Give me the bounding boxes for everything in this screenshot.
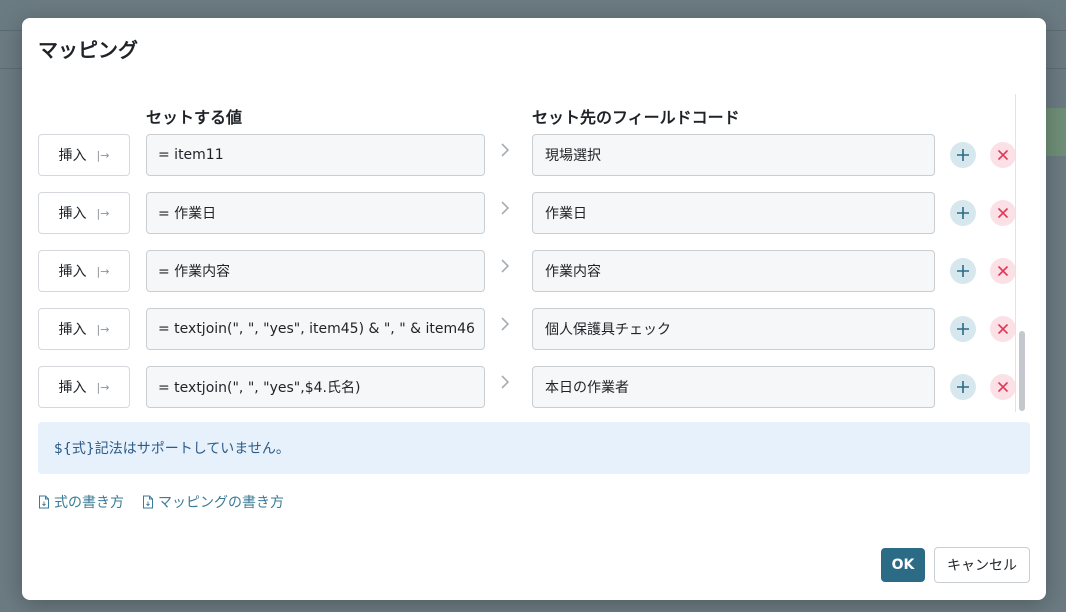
target-field-input[interactable]: 作業日 xyxy=(532,192,935,234)
plus-icon xyxy=(957,149,969,161)
mapping-row: 挿入 |→ = 作業日 作業日 xyxy=(38,192,1018,234)
remove-row-button[interactable] xyxy=(990,316,1016,342)
insert-button[interactable]: 挿入 |→ xyxy=(38,250,130,292)
plus-icon xyxy=(957,381,969,393)
ok-button[interactable]: OK xyxy=(881,548,925,582)
plus-icon xyxy=(957,265,969,277)
mapping-dialog: マッピング セットする値 セット先のフィールドコード 挿入 |→ = item1… xyxy=(22,18,1046,600)
scrollbar-thumb[interactable] xyxy=(1019,331,1025,411)
document-icon xyxy=(39,495,49,509)
close-icon xyxy=(997,149,1009,161)
mapping-row: 挿入 |→ = 作業内容 作業内容 xyxy=(38,250,1018,292)
insert-label: 挿入 xyxy=(58,264,87,280)
close-icon xyxy=(997,323,1009,335)
vertical-scrollbar[interactable] xyxy=(1016,94,1028,412)
insert-label: 挿入 xyxy=(58,380,87,396)
insert-button[interactable]: 挿入 |→ xyxy=(38,308,130,350)
insert-arrow-icon: |→ xyxy=(96,206,110,220)
mapping-row: 挿入 |→ = textjoin(", ", "yes", item45) & … xyxy=(38,308,1018,350)
column-headers: セットする値 セット先のフィールドコード xyxy=(38,104,1018,130)
target-field-input[interactable]: 本日の作業者 xyxy=(532,366,935,408)
value-input[interactable]: = textjoin(", ", "yes", item45) & ", " &… xyxy=(146,308,485,350)
cancel-button[interactable]: キャンセル xyxy=(934,547,1030,583)
remove-row-button[interactable] xyxy=(990,200,1016,226)
insert-label: 挿入 xyxy=(58,206,87,222)
document-icon xyxy=(143,495,153,509)
add-row-button[interactable] xyxy=(950,200,976,226)
value-input[interactable]: = 作業日 xyxy=(146,192,485,234)
chevron-right-icon xyxy=(500,316,516,336)
value-column-header: セットする値 xyxy=(146,108,243,127)
remove-row-button[interactable] xyxy=(990,142,1016,168)
add-row-button[interactable] xyxy=(950,142,976,168)
insert-button[interactable]: 挿入 |→ xyxy=(38,192,130,234)
plus-icon xyxy=(957,323,969,335)
help-links: 式の書き方 マッピングの書き方 xyxy=(38,492,284,512)
insert-arrow-icon: |→ xyxy=(96,148,110,162)
insert-label: 挿入 xyxy=(58,148,87,164)
insert-button[interactable]: 挿入 |→ xyxy=(38,134,130,176)
add-row-button[interactable] xyxy=(950,258,976,284)
value-input[interactable]: = 作業内容 xyxy=(146,250,485,292)
add-row-button[interactable] xyxy=(950,316,976,342)
close-icon xyxy=(997,265,1009,277)
mapping-help-label: マッピングの書き方 xyxy=(158,495,284,511)
insert-arrow-icon: |→ xyxy=(96,380,110,394)
chevron-right-icon xyxy=(500,258,516,278)
plus-icon xyxy=(957,207,969,219)
insert-label: 挿入 xyxy=(58,322,87,338)
add-row-button[interactable] xyxy=(950,374,976,400)
mapping-row: 挿入 |→ = item11 現場選択 xyxy=(38,134,1018,176)
notice-text: ${式}記法はサポートしていません。 xyxy=(54,441,290,457)
target-field-input[interactable]: 個人保護具チェック xyxy=(532,308,935,350)
mapping-row: 挿入 |→ = textjoin(", ", "yes",$4.氏名) 本日の作… xyxy=(38,366,1018,408)
chevron-right-icon xyxy=(500,200,516,220)
value-input[interactable]: = textjoin(", ", "yes",$4.氏名) xyxy=(146,366,485,408)
target-column-header: セット先のフィールドコード xyxy=(532,108,740,127)
chevron-right-icon xyxy=(500,374,516,394)
close-icon xyxy=(997,381,1009,393)
value-input[interactable]: = item11 xyxy=(146,134,485,176)
formula-help-link[interactable]: 式の書き方 xyxy=(38,492,124,512)
chevron-right-icon xyxy=(500,142,516,162)
formula-help-label: 式の書き方 xyxy=(54,495,124,511)
insert-arrow-icon: |→ xyxy=(96,264,110,278)
close-icon xyxy=(997,207,1009,219)
mapping-list[interactable]: セットする値 セット先のフィールドコード 挿入 |→ = item11 現場選択 xyxy=(38,94,1030,412)
mapping-help-link[interactable]: マッピングの書き方 xyxy=(142,492,284,512)
remove-row-button[interactable] xyxy=(990,374,1016,400)
target-field-input[interactable]: 現場選択 xyxy=(532,134,935,176)
info-notice: ${式}記法はサポートしていません。 xyxy=(38,422,1030,474)
dialog-title: マッピング xyxy=(38,38,138,62)
insert-arrow-icon: |→ xyxy=(96,322,110,336)
insert-button[interactable]: 挿入 |→ xyxy=(38,366,130,408)
remove-row-button[interactable] xyxy=(990,258,1016,284)
background-highlight xyxy=(1046,108,1066,156)
target-field-input[interactable]: 作業内容 xyxy=(532,250,935,292)
